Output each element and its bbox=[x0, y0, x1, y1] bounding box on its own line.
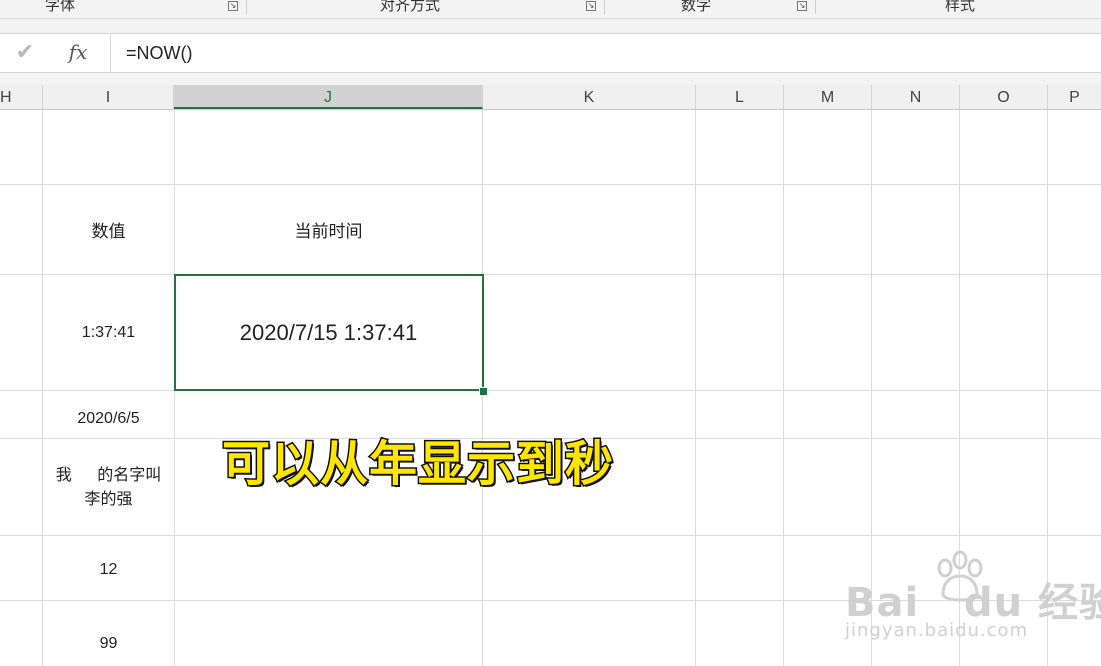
number-dialog-launcher-icon[interactable]: ↘ bbox=[797, 1, 807, 11]
cell-i-num2[interactable]: 99 bbox=[43, 601, 174, 666]
column-header-k[interactable]: K bbox=[483, 85, 696, 109]
ribbon-separator bbox=[246, 0, 247, 14]
column-header-p[interactable]: P bbox=[1048, 85, 1101, 109]
caption-overlay: 可以从年显示到秒 bbox=[220, 435, 615, 494]
grid-line bbox=[783, 110, 784, 666]
column-header-h[interactable]: H bbox=[0, 85, 43, 109]
cell-i-date-text: 2020/6/5 bbox=[77, 409, 140, 427]
cell-i-num1-text: 12 bbox=[99, 561, 118, 578]
ribbon-separator bbox=[604, 0, 605, 14]
formula-input[interactable]: =NOW() bbox=[126, 34, 193, 72]
baidu-watermark: Bai du 经验 jingyan.baidu.com bbox=[845, 550, 1101, 660]
watermark-url: jingyan.baidu.com bbox=[845, 620, 1029, 641]
column-header-o[interactable]: O bbox=[960, 85, 1048, 109]
formula-bar-area: ✔ fx =NOW() bbox=[0, 19, 1101, 85]
column-header-j[interactable]: J bbox=[174, 85, 483, 109]
grid-line bbox=[695, 110, 696, 666]
font-dialog-launcher-icon[interactable]: ↘ bbox=[228, 1, 238, 11]
cell-j-header[interactable]: 当前时间 bbox=[175, 185, 482, 274]
ribbon-group-number: 数字 bbox=[680, 0, 711, 14]
active-cell-border bbox=[174, 274, 484, 391]
ribbon-group-styles: 样式 bbox=[944, 0, 975, 14]
cell-i-date[interactable]: 2020/6/5 bbox=[43, 391, 174, 438]
cell-i-text-line2: 李的强 bbox=[84, 489, 133, 508]
column-header-l[interactable]: L bbox=[696, 85, 784, 109]
cell-i-time[interactable]: 1:37:41 bbox=[43, 275, 174, 390]
cell-i-num1[interactable]: 12 bbox=[43, 536, 174, 600]
enter-check-icon[interactable]: ✔ bbox=[12, 40, 38, 66]
formula-bar-separator bbox=[110, 34, 111, 72]
ribbon-separator bbox=[815, 0, 816, 14]
column-header-i[interactable]: I bbox=[43, 85, 174, 109]
ribbon-group-labels: 字体 ↘ 对齐方式 ↘ 数字 ↘ 样式 bbox=[0, 0, 1101, 19]
column-header-m[interactable]: M bbox=[784, 85, 872, 109]
fill-handle[interactable] bbox=[479, 387, 488, 396]
formula-bar: ✔ fx =NOW() bbox=[0, 33, 1101, 73]
ribbon-group-font: 字体 bbox=[44, 0, 75, 14]
column-header-n[interactable]: N bbox=[872, 85, 960, 109]
cell-i-text-line1: 我 的名字叫 bbox=[55, 465, 162, 484]
cell-i-text[interactable]: 我 的名字叫 李的强 bbox=[43, 439, 174, 535]
column-headers: H I J K L M N O P bbox=[0, 85, 1101, 110]
ribbon-group-alignment: 对齐方式 bbox=[379, 0, 440, 14]
alignment-dialog-launcher-icon[interactable]: ↘ bbox=[586, 1, 596, 11]
insert-function-icon[interactable]: fx bbox=[62, 38, 94, 66]
cell-i-num2-text: 99 bbox=[99, 634, 118, 652]
cell-i-header[interactable]: 数值 bbox=[43, 185, 174, 274]
